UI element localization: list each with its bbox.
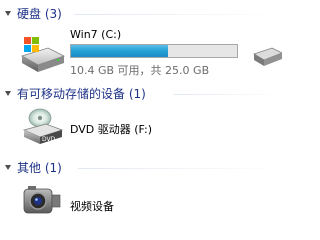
group-title: 硬盘 (3) — [17, 6, 62, 21]
group-divider — [78, 168, 281, 169]
hard-drive-icon — [18, 36, 66, 80]
expand-arrow-icon[interactable] — [3, 162, 13, 172]
device-item-video[interactable]: 视频设备 — [0, 180, 150, 215]
dvd-drive-icon: DVD — [20, 108, 66, 150]
drive-usage-bar — [70, 44, 238, 58]
hard-drive-icon[interactable] — [252, 40, 283, 74]
video-device-icon — [20, 183, 64, 223]
expand-arrow-icon[interactable] — [3, 8, 13, 18]
device-name: 视频设备 — [70, 200, 114, 213]
group-title: 其他 (1) — [17, 160, 62, 175]
group-divider — [174, 94, 281, 95]
dvd-icon-label: DVD — [42, 136, 56, 143]
drive-usage-fill — [71, 45, 168, 57]
group-header-hard-disks[interactable]: 硬盘 (3) — [0, 4, 62, 22]
drive-free-space: 10.4 GB 可用，共 25.0 GB — [70, 64, 210, 77]
group-title: 有可移动存储的设备 (1) — [17, 86, 146, 101]
group-header-removable-storage[interactable]: 有可移动存储的设备 (1) — [0, 84, 146, 102]
expand-arrow-icon[interactable] — [3, 88, 13, 98]
drive-name: Win7 (C:) — [70, 28, 122, 41]
drive-name: DVD 驱动器 (F:) — [70, 123, 153, 136]
group-divider — [74, 14, 281, 15]
drive-item-c[interactable]: Win7 (C:) 10.4 GB 可用，共 25.0 GB — [0, 22, 245, 80]
group-header-other[interactable]: 其他 (1) — [0, 158, 62, 176]
drive-item-dvd[interactable]: DVD DVD 驱动器 (F:) — [0, 104, 200, 150]
